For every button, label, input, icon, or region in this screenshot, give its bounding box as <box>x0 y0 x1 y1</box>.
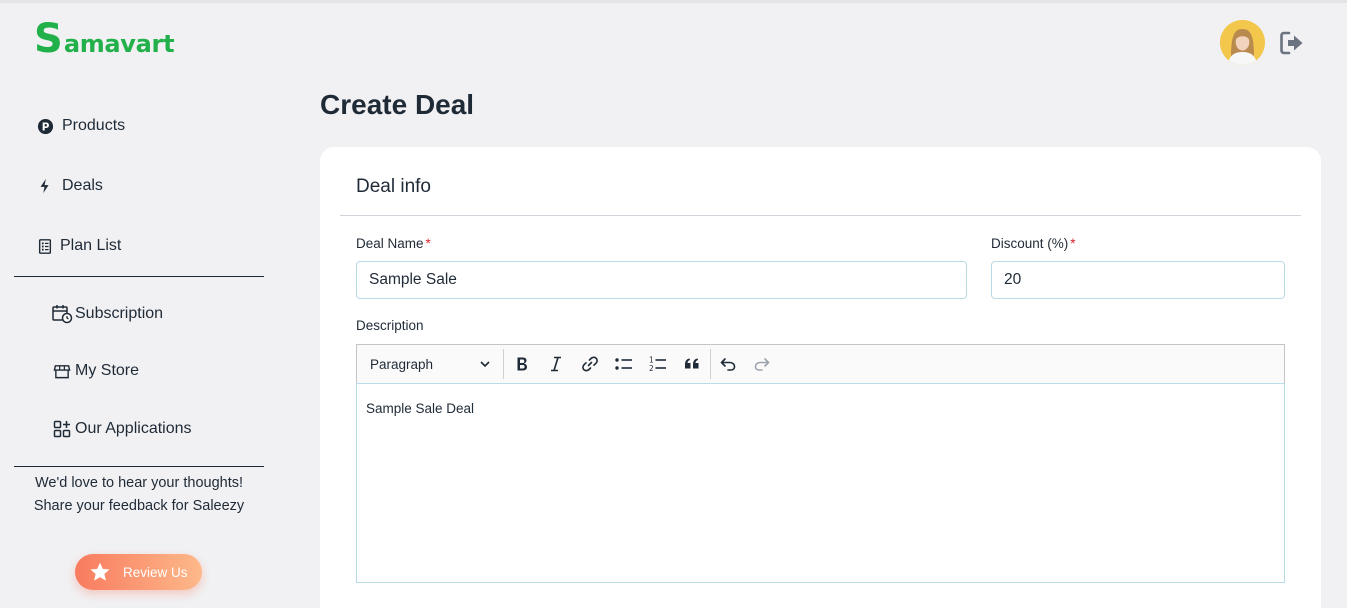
star-icon <box>90 562 110 581</box>
deal-info-card: Deal info Deal Name* Discount (%)* Descr… <box>320 147 1321 608</box>
blockquote-button[interactable] <box>675 345 709 383</box>
calendar-clock-icon <box>52 304 73 324</box>
italic-icon <box>551 356 561 372</box>
sidebar-item-label: Subscription <box>75 305 164 322</box>
italic-button[interactable] <box>539 345 573 383</box>
list-icon <box>36 237 54 255</box>
redo-icon <box>754 358 770 371</box>
undo-icon <box>720 358 736 371</box>
discount-label: Discount (%) * <box>991 236 1076 251</box>
sidebar-item-my-store[interactable]: My Store <box>53 362 139 380</box>
logout-icon[interactable] <box>1279 30 1305 56</box>
store-icon <box>53 362 71 380</box>
chevron-down-icon <box>480 361 490 368</box>
sidebar-divider <box>14 466 264 467</box>
svg-text:P: P <box>41 121 49 133</box>
sidebar-item-label: My Store <box>75 362 140 379</box>
required-marker: * <box>425 236 431 251</box>
card-divider <box>340 215 1301 216</box>
numbered-list-icon: 12 <box>649 356 666 373</box>
sidebar-item-products[interactable]: P Products <box>36 117 125 135</box>
p-circle-icon: P <box>36 117 54 135</box>
redo-button[interactable] <box>745 345 779 383</box>
sidebar-item-our-applications[interactable]: Our Applications <box>53 420 192 438</box>
apps-icon <box>53 420 71 438</box>
numbered-list-button[interactable]: 12 <box>641 345 675 383</box>
deal-name-label-text: Deal Name <box>356 236 424 251</box>
sidebar-item-subscription[interactable]: Subscription <box>52 304 163 324</box>
brand-logo[interactable]: S amavart <box>34 16 175 62</box>
bulleted-list-icon <box>615 358 632 370</box>
page-title: Create Deal <box>320 89 475 120</box>
user-avatar[interactable] <box>1220 20 1265 65</box>
link-icon <box>582 356 598 372</box>
deal-name-input[interactable] <box>356 261 967 299</box>
feedback-text: We'd love to hear your thoughts! Share y… <box>33 475 245 514</box>
editor-toolbar: Paragraph 12 <box>356 344 1285 384</box>
deal-name-label: Deal Name * <box>356 236 431 251</box>
sidebar-item-label: Plan List <box>60 237 122 254</box>
logo-text: amavart <box>63 30 175 58</box>
sidebar-item-deals[interactable]: Deals <box>36 177 103 195</box>
sidebar-item-plan-list[interactable]: Plan List <box>36 237 121 255</box>
quote-icon <box>685 358 699 369</box>
discount-input[interactable] <box>991 261 1285 299</box>
block-format-value: Paragraph <box>370 356 434 372</box>
logo-initial: S <box>34 16 63 62</box>
description-label: Description <box>356 318 424 333</box>
svg-text:2: 2 <box>649 364 654 373</box>
bold-button[interactable] <box>505 345 539 383</box>
lightning-icon <box>36 177 54 195</box>
required-marker: * <box>1070 236 1076 251</box>
sidebar-divider <box>14 276 264 277</box>
discount-label-text: Discount (%) <box>991 236 1069 251</box>
sidebar-item-label: Deals <box>62 177 103 194</box>
sidebar-item-label: Products <box>62 117 126 134</box>
review-us-label: Review Us <box>123 564 188 580</box>
description-editor[interactable]: Sample Sale Deal <box>356 383 1285 583</box>
bold-icon <box>517 357 527 371</box>
sidebar-item-label: Our Applications <box>75 420 192 437</box>
undo-button[interactable] <box>711 345 745 383</box>
card-title: Deal info <box>356 176 431 197</box>
link-button[interactable] <box>573 345 607 383</box>
block-format-dropdown[interactable]: Paragraph <box>357 345 503 383</box>
editor-paragraph: Sample Sale Deal <box>366 401 475 416</box>
bulleted-list-button[interactable] <box>607 345 641 383</box>
review-us-button[interactable]: Review Us <box>75 554 202 590</box>
toolbar-separator <box>503 349 504 379</box>
